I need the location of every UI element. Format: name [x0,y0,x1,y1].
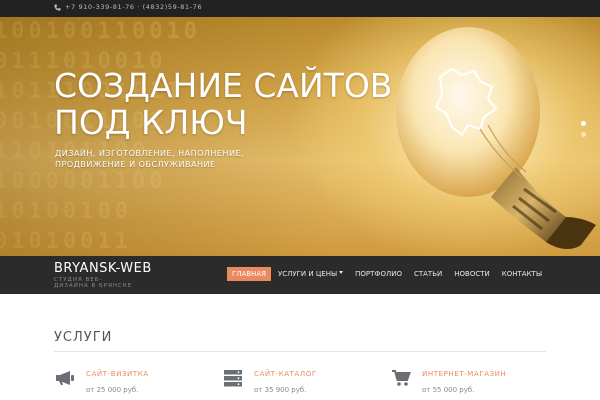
service-card[interactable]: ИНТЕРНЕТ-МАГАЗИН от 55 000 руб. [390,367,506,394]
slider-dot[interactable] [581,121,586,126]
dropdown-caret-icon [339,270,344,274]
hero-subtitle: ДИЗАЙН, ИЗГОТОВЛЕНИЕ, НАПОЛНЕНИЕ, ПРОДВИ… [55,149,245,169]
service-price: от 55 000 руб. [422,386,475,394]
service-price: от 35 900 руб. [254,386,307,394]
services-heading: УСЛУГИ [54,330,113,345]
site-logo[interactable]: BRYANSK-WEB [54,261,152,276]
menu-item-portfolio[interactable]: ПОРТФОЛИО [350,267,407,281]
menu-item-contacts[interactable]: КОНТАКТЫ [497,267,547,281]
menu-item-services[interactable]: УСЛУГИ И ЦЕНЫ [273,267,348,281]
contact-phones: +7 910-339-81-76 · (4832)59-81-76 [54,3,202,11]
menu-item-articles[interactable]: СТАТЬИ [409,267,447,281]
slider-pagination [581,121,586,137]
main-menu: ГЛАВНАЯ УСЛУГИ И ЦЕНЫ ПОРТФОЛИО СТАТЬИ Н… [226,267,547,281]
service-card[interactable]: САЙТ-КАТАЛОГ от 35 900 руб. [222,367,317,394]
hero-banner: 1001001100100111010010101110010110010011… [0,17,600,256]
service-price: от 25 000 руб. [86,386,139,394]
phone-icon [54,3,61,11]
service-name[interactable]: САЙТ-КАТАЛОГ [254,370,317,378]
site-tagline: СТУДИЯ ВЕБ-ДИЗАЙНА В БРЯНСКЕ [54,277,133,289]
service-name[interactable]: ИНТЕРНЕТ-МАГАЗИН [422,370,506,378]
menu-item-home[interactable]: ГЛАВНАЯ [226,267,271,281]
server-icon [222,367,244,389]
menu-item-news[interactable]: НОВОСТИ [449,267,495,281]
section-divider [54,351,546,352]
hero-title: СОЗДАНИЕ САЙТОВ ПОД КЛЮЧ [54,66,393,142]
light-bulb-image [396,27,596,249]
slider-dot[interactable] [581,132,586,137]
main-navbar: BRYANSK-WEB СТУДИЯ ВЕБ-ДИЗАЙНА В БРЯНСКЕ… [0,256,600,294]
service-card[interactable]: САЙТ-ВИЗИТКА от 25 000 руб. [54,367,149,394]
service-name[interactable]: САЙТ-ВИЗИТКА [86,370,149,378]
phone-numbers: +7 910-339-81-76 · (4832)59-81-76 [65,3,203,11]
megaphone-icon [54,367,76,389]
top-bar: +7 910-339-81-76 · (4832)59-81-76 [0,0,600,17]
shopping-cart-icon [390,367,412,389]
